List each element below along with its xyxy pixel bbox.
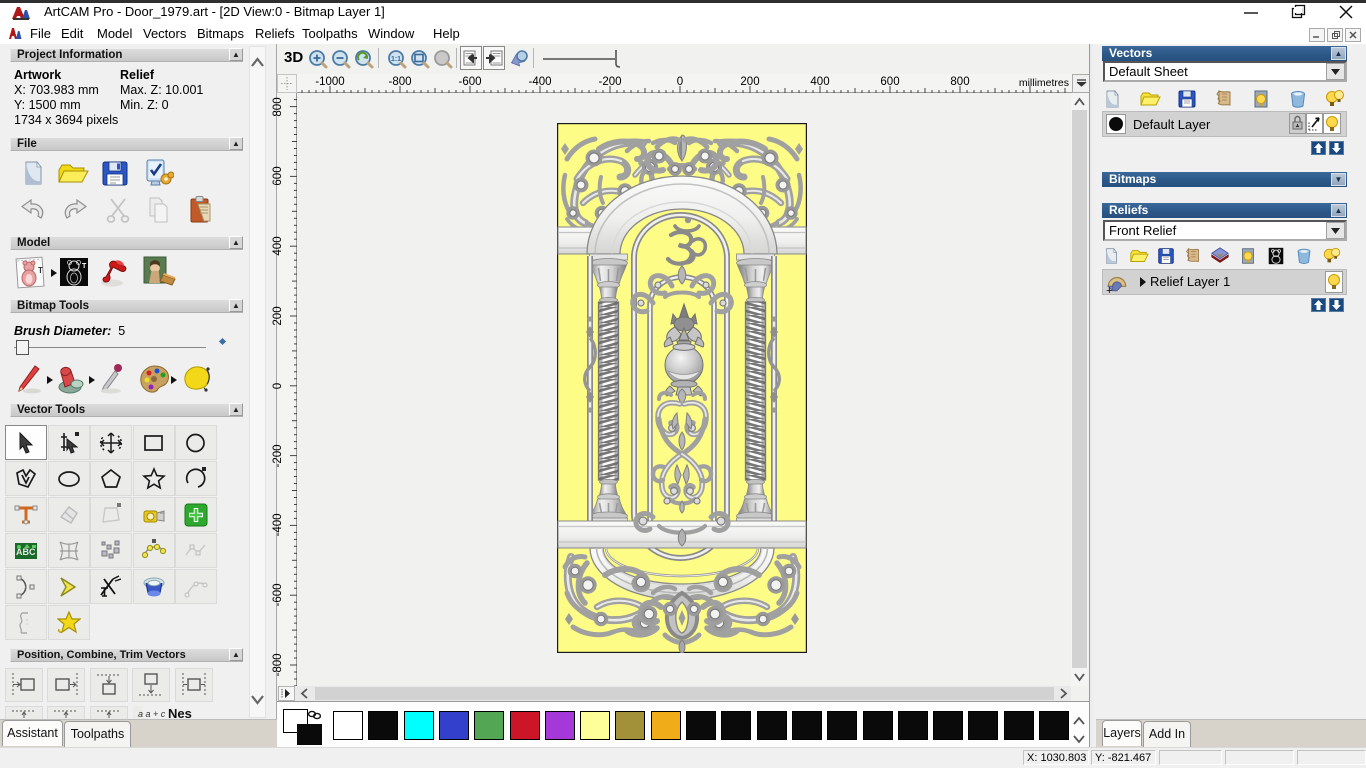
svg-text:1:1: 1:1 (391, 56, 401, 63)
svg-text:Nes: Nes (168, 706, 192, 720)
svg-text:+: + (1106, 285, 1112, 295)
svg-text:a a + c: a a + c (138, 709, 166, 719)
svg-text:T: T (38, 266, 43, 275)
svg-text:T: T (82, 263, 87, 270)
